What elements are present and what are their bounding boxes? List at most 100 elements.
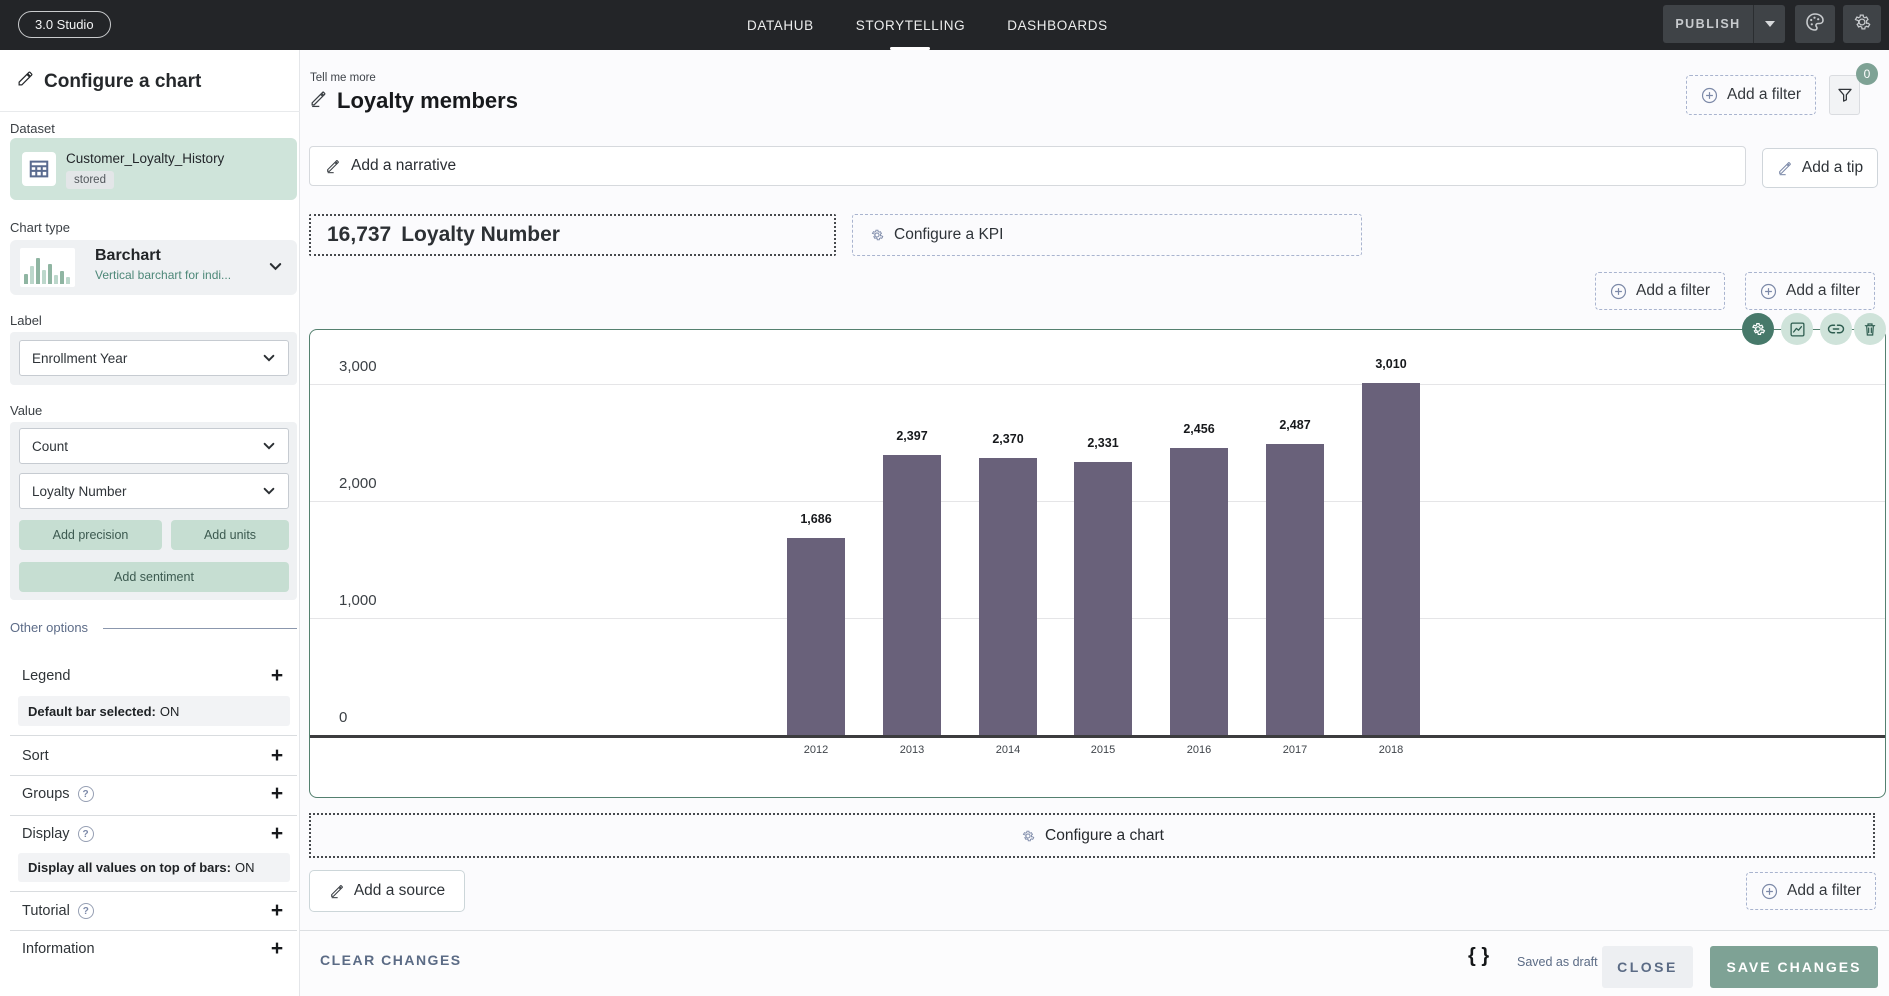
chart-bar-2014[interactable]	[979, 458, 1037, 735]
circle-plus-icon	[1761, 883, 1778, 900]
plus-icon[interactable]: +	[266, 937, 288, 961]
tell-me-more-label[interactable]: Tell me more	[310, 72, 376, 84]
add-filter-button-chart-right[interactable]: Add a filter	[1745, 272, 1875, 310]
plus-icon[interactable]: +	[266, 822, 288, 846]
chart-bar-2016[interactable]	[1170, 448, 1228, 735]
chart-type-description: Vertical barchart for indi...	[95, 268, 231, 282]
close-button[interactable]: CLOSE	[1602, 946, 1693, 988]
chart-link-button[interactable]	[1820, 313, 1852, 345]
option-row-tutorial[interactable]: Tutorial ? +	[0, 897, 300, 929]
plus-icon[interactable]: +	[266, 899, 288, 923]
add-source-button[interactable]: Add a source	[309, 870, 465, 912]
value-field-select[interactable]: Loyalty Number	[19, 473, 289, 509]
plus-icon[interactable]: +	[266, 744, 288, 768]
option-row-groups[interactable]: Groups ? +	[0, 780, 300, 812]
dataset-badge: stored	[66, 171, 114, 189]
label-select-value: Enrollment Year	[32, 351, 127, 366]
chart-bar-2017[interactable]	[1266, 444, 1324, 735]
chart-widget[interactable]: 01,0002,0003,0001,68620122,39720132,3702…	[309, 329, 1886, 798]
label-select[interactable]: Enrollment Year	[19, 340, 289, 376]
x-axis-tick-label: 2017	[1250, 744, 1340, 756]
theme-palette-button[interactable]	[1795, 5, 1835, 43]
publish-dropdown-button[interactable]	[1753, 5, 1785, 43]
information-label: Information	[22, 941, 95, 957]
circle-plus-icon	[1610, 283, 1627, 300]
chart-delete-button[interactable]	[1854, 313, 1886, 345]
add-tip-button[interactable]: Add a tip	[1762, 148, 1878, 188]
filter-funnel-icon	[1837, 87, 1853, 103]
pencil-icon[interactable]	[309, 89, 328, 113]
panel-title: Configure a chart	[17, 70, 201, 93]
chart-bar-2012[interactable]	[787, 538, 845, 735]
plus-icon[interactable]: +	[266, 664, 288, 688]
value-field-select-value: Loyalty Number	[32, 484, 127, 499]
chart-bar-2015[interactable]	[1074, 462, 1132, 735]
chart-settings-button[interactable]	[1742, 313, 1774, 345]
publish-button[interactable]: PUBLISH	[1663, 5, 1753, 43]
add-filter-button-chart-left[interactable]: Add a filter	[1595, 272, 1725, 310]
add-sentiment-button[interactable]: Add sentiment	[19, 562, 289, 592]
page-title-text[interactable]: Loyalty members	[337, 88, 518, 114]
save-changes-button[interactable]: SAVE CHANGES	[1710, 946, 1878, 988]
help-icon[interactable]: ?	[78, 826, 94, 842]
plus-icon[interactable]: +	[266, 782, 288, 806]
dataset-card[interactable]: Customer_Loyalty_History stored	[10, 138, 297, 200]
kpi-card[interactable]: 16,737 Loyalty Number	[309, 214, 836, 256]
bar-value-label: 2,456	[1154, 422, 1244, 436]
add-precision-button[interactable]: Add precision	[19, 520, 162, 550]
display-note-bold: Display all values on top of bars:	[28, 860, 231, 875]
code-braces-icon[interactable]: { }	[1468, 945, 1489, 968]
legend-note: Default bar selected: ON	[18, 696, 290, 726]
x-axis-tick-label: 2018	[1346, 744, 1436, 756]
label-section-label: Label	[10, 313, 42, 328]
filters-button[interactable]	[1829, 75, 1860, 115]
pencil-icon	[17, 70, 34, 93]
tab-storytelling[interactable]: STORYTELLING	[856, 0, 966, 50]
tab-dashboards[interactable]: DASHBOARDS	[1007, 0, 1108, 50]
option-row-information[interactable]: Information +	[0, 935, 300, 967]
clear-changes-button[interactable]: CLEAR CHANGES	[320, 952, 462, 968]
chart-type-selector[interactable]: Barchart Vertical barchart for indi...	[10, 240, 297, 295]
x-axis-tick-label: 2016	[1154, 744, 1244, 756]
chart-bar-2013[interactable]	[883, 455, 941, 735]
gear-icon	[869, 227, 885, 243]
kpi-label: Loyalty Number	[401, 223, 560, 247]
settings-button[interactable]	[1843, 5, 1881, 43]
add-filter-button-bottom[interactable]: Add a filter	[1746, 872, 1876, 910]
gear-icon	[1852, 12, 1872, 37]
display-label: Display	[22, 826, 70, 842]
add-narrative-input[interactable]: Add a narrative	[309, 146, 1746, 186]
barchart-thumbnail-icon	[20, 248, 75, 287]
aggregation-select-value: Count	[32, 439, 68, 454]
chart-bar-2018[interactable]	[1362, 383, 1420, 735]
chevron-down-icon	[262, 439, 276, 453]
add-filter-label: Add a filter	[1727, 86, 1801, 104]
chart-type-switch-button[interactable]	[1781, 313, 1813, 345]
configure-kpi-button[interactable]: Configure a KPI	[852, 214, 1362, 256]
configure-chart-button[interactable]: Configure a chart	[309, 813, 1875, 858]
add-filter-label: Add a filter	[1787, 882, 1861, 900]
option-row-legend[interactable]: Legend +	[0, 662, 300, 694]
option-row-display[interactable]: Display ? +	[0, 820, 300, 852]
x-axis-line	[310, 735, 1885, 738]
groups-label: Groups	[22, 786, 70, 802]
add-filter-button-top[interactable]: Add a filter	[1686, 75, 1816, 115]
brand-pill[interactable]: 3.0 Studio	[18, 11, 111, 38]
add-filter-label: Add a filter	[1786, 282, 1860, 300]
option-row-sort[interactable]: Sort +	[0, 742, 300, 774]
add-narrative-placeholder: Add a narrative	[351, 157, 456, 175]
circle-plus-icon	[1760, 283, 1777, 300]
tab-datahub[interactable]: DATAHUB	[747, 0, 814, 50]
y-axis-tick-label: 1,000	[339, 592, 377, 612]
configure-chart-label: Configure a chart	[1045, 827, 1164, 845]
help-icon[interactable]: ?	[78, 903, 94, 919]
dataset-section-label: Dataset	[10, 121, 55, 136]
filter-count-badge: 0	[1856, 63, 1878, 85]
aggregation-select[interactable]: Count	[19, 428, 289, 464]
dataset-name: Customer_Loyalty_History	[66, 151, 224, 166]
display-note-value: ON	[235, 860, 255, 875]
add-units-button[interactable]: Add units	[171, 520, 289, 550]
help-icon[interactable]: ?	[78, 786, 94, 802]
palette-icon	[1805, 12, 1825, 37]
y-axis-tick-label: 0	[339, 709, 347, 729]
